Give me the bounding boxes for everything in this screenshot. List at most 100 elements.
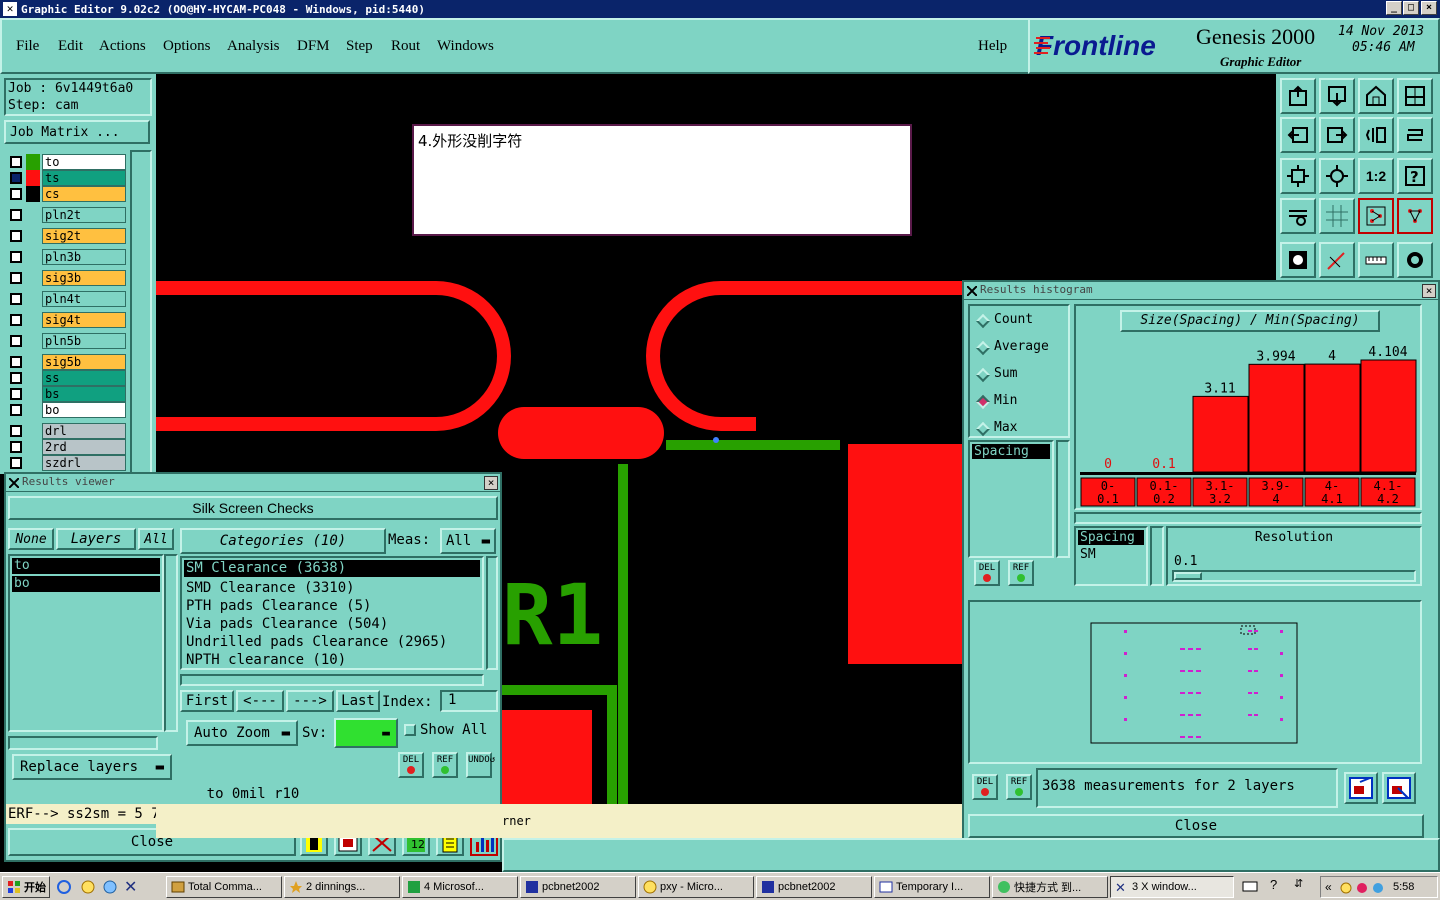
layer-row[interactable]: sig5b	[8, 354, 126, 370]
option-label[interactable]: Count	[994, 312, 1033, 327]
option-label[interactable]: Average	[994, 339, 1049, 354]
slider-thumb[interactable]	[1174, 572, 1202, 580]
rotate-icon[interactable]	[1397, 117, 1433, 153]
radio-count[interactable]	[975, 313, 991, 329]
ruler-icon[interactable]	[1358, 242, 1394, 278]
histogram-hscrollbar[interactable]	[1074, 512, 1422, 524]
menu-rout[interactable]: Rout	[391, 38, 420, 55]
category-hscrollbar[interactable]	[180, 674, 484, 686]
category-item[interactable]: Via pads Clearance (504)	[182, 615, 482, 633]
layer-checkbox[interactable]	[10, 388, 22, 400]
ie-icon[interactable]	[56, 879, 72, 898]
close-icon[interactable]: ×	[1422, 284, 1436, 298]
layer-name[interactable]: 2rd	[42, 439, 126, 455]
layer-list-scrollbar[interactable]	[164, 554, 178, 732]
layer-name[interactable]: pln4t	[42, 291, 126, 307]
next-button[interactable]: --->	[286, 690, 334, 712]
show-all-checkbox[interactable]	[404, 724, 416, 736]
category-item[interactable]: SM Clearance (3638)	[184, 560, 480, 577]
replace-layers-dropdown[interactable]: Replace layers ▬	[12, 754, 172, 780]
export-icon[interactable]	[1344, 772, 1378, 804]
layer-name[interactable]: to	[42, 154, 126, 170]
layer-results-list[interactable]: to bo	[8, 554, 164, 732]
layer-row[interactable]: szdrl	[8, 455, 126, 471]
zoom-top-icon[interactable]	[1280, 78, 1316, 114]
layer-row[interactable]: pln2t	[8, 207, 126, 223]
layer-checkbox[interactable]	[10, 272, 22, 284]
home-icon[interactable]	[1358, 78, 1394, 114]
layer-checkbox[interactable]	[10, 314, 22, 326]
prev-button[interactable]: <---	[236, 690, 284, 712]
category-item[interactable]: PTH pads Clearance (5)	[182, 597, 482, 615]
ref-button[interactable]: REF	[1006, 774, 1032, 800]
category-scrollbar[interactable]	[486, 556, 498, 670]
layer-checkbox[interactable]	[10, 457, 22, 469]
tray-arrow-icon[interactable]: ⇵	[1294, 877, 1303, 890]
spacing-list-scrollbar[interactable]	[1150, 526, 1164, 586]
job-matrix-button[interactable]: Job Matrix ...	[4, 120, 150, 144]
center-icon[interactable]	[1319, 158, 1355, 194]
clock-app-icon[interactable]	[80, 879, 96, 898]
layer-checkbox[interactable]	[10, 335, 22, 347]
layer-checkbox[interactable]	[10, 209, 22, 221]
menu-help[interactable]: Help	[978, 38, 1007, 55]
categories-button[interactable]: Categories (10)	[180, 528, 386, 554]
layer-checkbox[interactable]	[10, 188, 22, 200]
category-item[interactable]: Undrilled pads Clearance (2965)	[182, 633, 482, 651]
help-query-icon[interactable]: ?	[1397, 158, 1433, 194]
window-split-icon[interactable]	[1397, 78, 1433, 114]
layer-name[interactable]: sig2t	[42, 228, 126, 244]
net-select-icon[interactable]	[1397, 198, 1433, 234]
option-label[interactable]: Min	[994, 393, 1017, 408]
list-item[interactable]: Spacing	[1078, 530, 1144, 545]
histogram-bar[interactable]	[1192, 395, 1249, 473]
pan-left-icon[interactable]	[1280, 117, 1316, 153]
taskbar-task[interactable]: pcbnet2002	[756, 876, 872, 898]
layers-button[interactable]: Layers	[56, 528, 136, 550]
layer-name[interactable]: ss	[42, 370, 126, 386]
taskbar-task[interactable]: pcbnet2002	[520, 876, 636, 898]
close-icon[interactable]: ×	[484, 476, 498, 490]
spacing-layer-list[interactable]: Spacing SM	[1074, 526, 1148, 586]
settings-icon[interactable]	[1280, 198, 1316, 234]
meas-dropdown[interactable]: All ▬	[440, 528, 496, 554]
list-item[interactable]: SM	[1076, 547, 1146, 563]
taskbar-task[interactable]: 快捷方式 到...	[992, 876, 1108, 898]
fit-screen-icon[interactable]	[1280, 158, 1316, 194]
layer-row[interactable]: pln3b	[8, 249, 126, 265]
ref-button[interactable]: REF	[432, 752, 458, 778]
all-layers-button[interactable]: All	[138, 528, 174, 550]
layer-checkbox[interactable]	[10, 404, 22, 416]
category-item[interactable]: NPTH clearance (10)	[182, 651, 482, 669]
none-button[interactable]: None	[8, 528, 54, 550]
close-button[interactable]: Close	[968, 814, 1424, 838]
histogram-bar[interactable]	[1248, 363, 1305, 473]
last-button[interactable]: Last	[336, 690, 380, 712]
import-icon[interactable]	[1382, 772, 1416, 804]
layer-list-hscrollbar[interactable]	[8, 736, 158, 750]
taskbar-task[interactable]: 4 Microsof...	[402, 876, 518, 898]
layer-name[interactable]: pln3b	[42, 249, 126, 265]
taskbar-task[interactable]: pxy - Micro...	[638, 876, 754, 898]
menu-analysis[interactable]: Analysis	[227, 38, 280, 55]
resolution-slider[interactable]	[1172, 570, 1416, 582]
layer-checkbox[interactable]	[10, 156, 22, 168]
x-server-icon[interactable]: ✕	[124, 877, 137, 897]
layer-checkbox[interactable]	[10, 293, 22, 305]
snap-icon[interactable]	[1397, 242, 1433, 278]
layer-checkbox[interactable]	[10, 441, 22, 453]
start-button[interactable]: 开始	[2, 876, 50, 898]
del-button[interactable]: DEL	[972, 774, 998, 800]
taskbar-task-active[interactable]: ✕ 3 X window...	[1110, 876, 1234, 898]
layer-checkbox[interactable]	[10, 372, 22, 384]
menu-windows[interactable]: Windows	[437, 38, 494, 55]
tray-app-icon[interactable]	[1371, 881, 1385, 898]
taskbar-task[interactable]: 2 dinnings...	[284, 876, 400, 898]
layer-row[interactable]: ts	[8, 170, 126, 186]
list-item[interactable]: to	[12, 558, 160, 574]
draw-icon[interactable]	[1319, 242, 1355, 278]
radio-average[interactable]	[975, 340, 991, 356]
layer-name[interactable]: ts	[42, 170, 126, 186]
layer-row[interactable]: cs	[8, 186, 126, 202]
radio-max[interactable]	[975, 421, 991, 437]
